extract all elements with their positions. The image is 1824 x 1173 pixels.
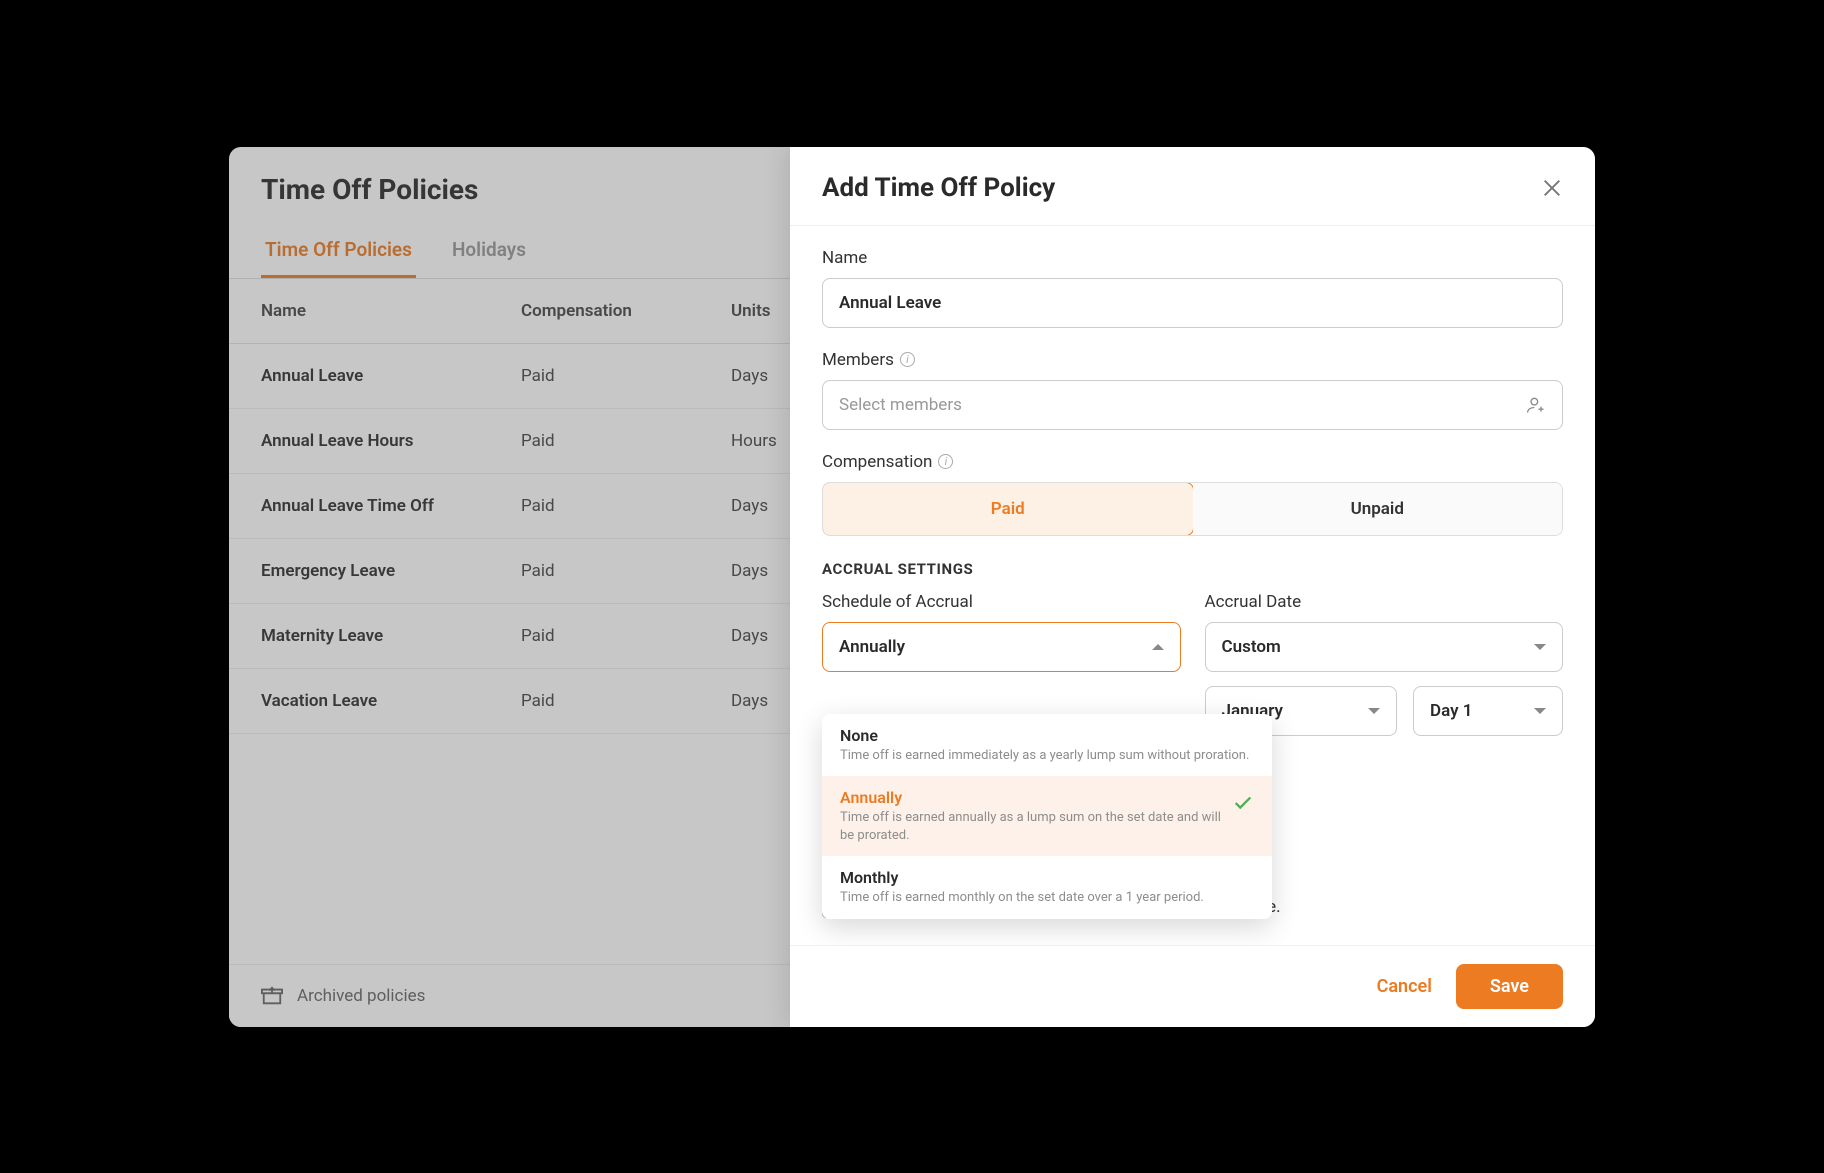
- compensation-paid[interactable]: Paid: [822, 482, 1194, 536]
- members-placeholder: Select members: [839, 395, 962, 415]
- members-label: Members i: [822, 350, 1563, 370]
- compensation-unpaid[interactable]: Unpaid: [1193, 483, 1563, 535]
- info-icon[interactable]: i: [938, 454, 953, 469]
- option-desc: Time off is earned immediately as a year…: [840, 747, 1254, 765]
- check-icon: [1232, 792, 1254, 814]
- day-select[interactable]: Day 1: [1413, 686, 1563, 736]
- members-select[interactable]: Select members: [822, 380, 1563, 430]
- option-title: Monthly: [840, 868, 1254, 887]
- info-icon[interactable]: i: [900, 352, 915, 367]
- caret-down-icon: [1534, 644, 1546, 650]
- schedule-option-monthly[interactable]: Monthly Time off is earned monthly on th…: [822, 856, 1272, 919]
- accrual-section-title: ACCRUAL SETTINGS: [822, 560, 1563, 578]
- modal-title: Add Time Off Policy: [822, 173, 1055, 203]
- add-policy-modal: Add Time Off Policy Name Members i Selec…: [790, 147, 1595, 1027]
- add-member-icon: [1526, 395, 1546, 415]
- schedule-option-annually[interactable]: Annually Time off is earned annually as …: [822, 776, 1272, 856]
- option-desc: Time off is earned monthly on the set da…: [840, 889, 1254, 907]
- close-icon[interactable]: [1541, 177, 1563, 199]
- schedule-select[interactable]: Annually: [822, 622, 1181, 672]
- caret-up-icon: [1152, 644, 1164, 650]
- caret-down-icon: [1534, 708, 1546, 714]
- caret-down-icon: [1368, 708, 1380, 714]
- compensation-label: Compensation i: [822, 452, 1563, 472]
- schedule-option-none[interactable]: None Time off is earned immediately as a…: [822, 714, 1272, 777]
- day-value: Day 1: [1430, 701, 1472, 721]
- save-button[interactable]: Save: [1456, 964, 1563, 1009]
- accrual-date-label: Accrual Date: [1205, 592, 1564, 612]
- name-input[interactable]: [822, 278, 1563, 328]
- cancel-button[interactable]: Cancel: [1377, 976, 1432, 997]
- schedule-value: Annually: [839, 637, 905, 657]
- option-title: Annually: [840, 788, 1232, 807]
- name-label: Name: [822, 248, 1563, 268]
- compensation-toggle: Paid Unpaid: [822, 482, 1563, 536]
- option-title: None: [840, 726, 1254, 745]
- accrual-date-value: Custom: [1222, 637, 1281, 657]
- schedule-label: Schedule of Accrual: [822, 592, 1181, 612]
- accrual-date-select[interactable]: Custom: [1205, 622, 1564, 672]
- schedule-dropdown-panel: None Time off is earned immediately as a…: [822, 714, 1272, 919]
- option-desc: Time off is earned annually as a lump su…: [840, 809, 1232, 844]
